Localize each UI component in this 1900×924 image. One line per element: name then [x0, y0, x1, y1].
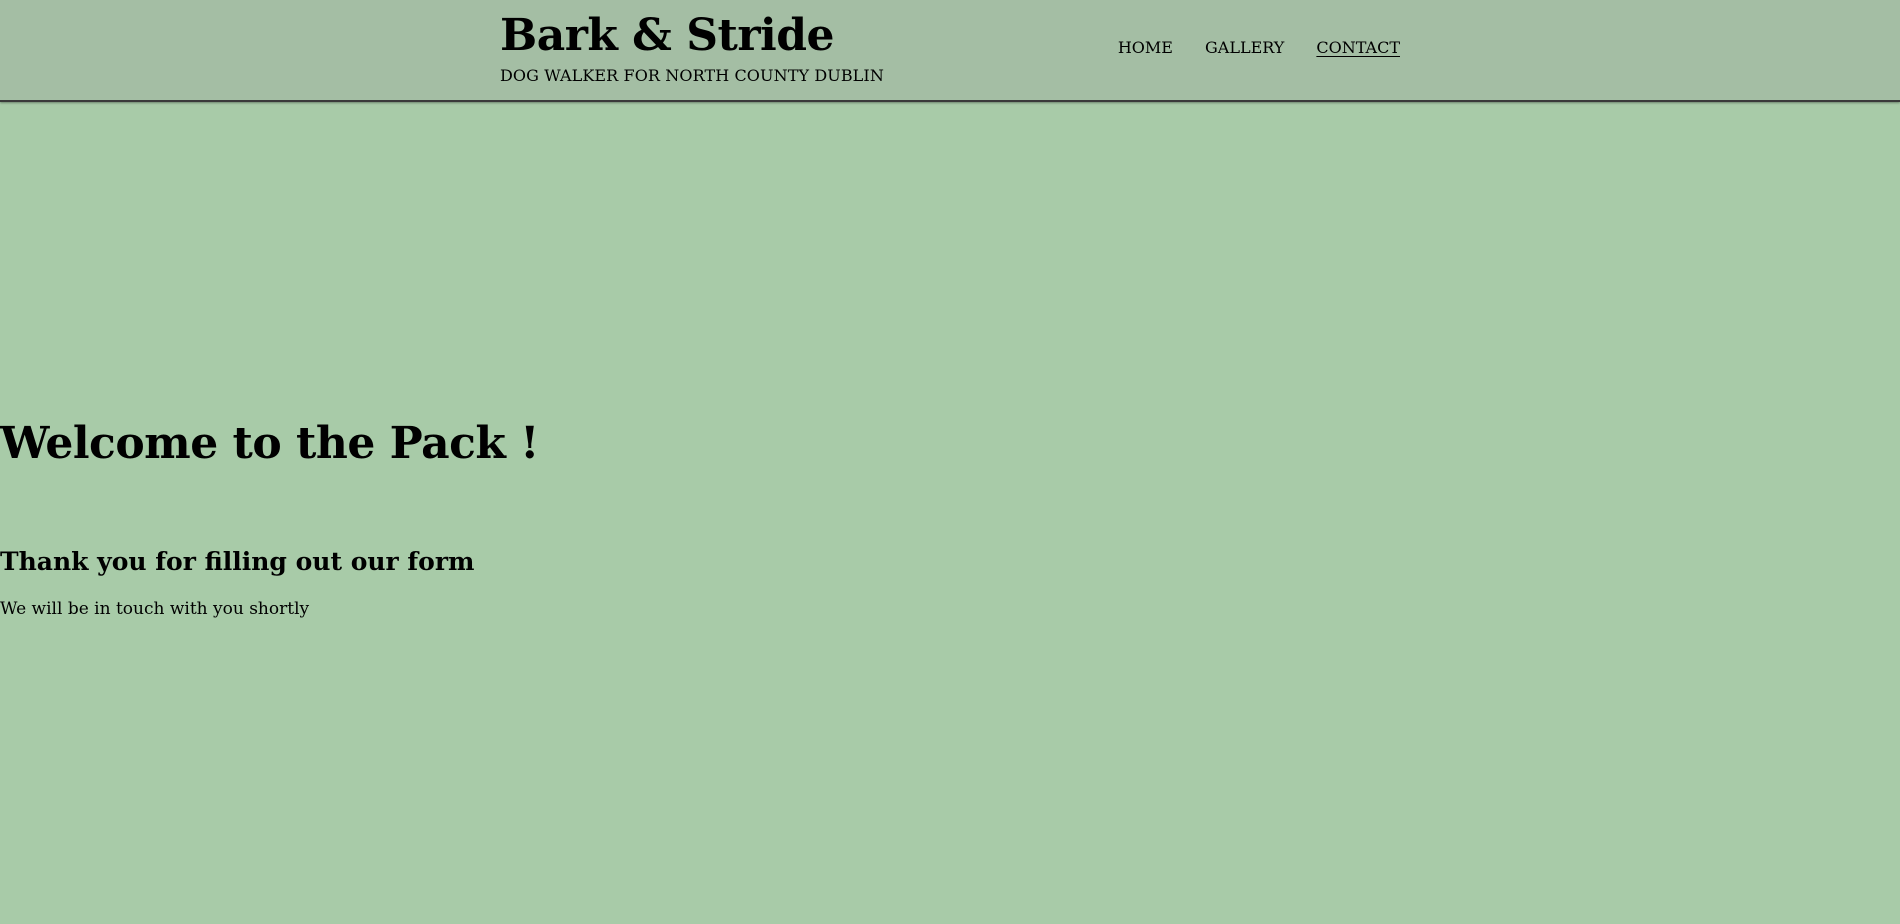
site-header: Bark & Stride DOG WALKER FOR NORTH COUNT… [0, 0, 1900, 102]
nav-link-home[interactable]: HOME [1118, 38, 1173, 57]
brand: Bark & Stride DOG WALKER FOR NORTH COUNT… [500, 10, 884, 86]
site-tagline: DOG WALKER FOR NORTH COUNTY DUBLIN [500, 66, 884, 85]
nav-link-gallery[interactable]: GALLERY [1205, 38, 1284, 57]
site-title[interactable]: Bark & Stride [500, 10, 884, 62]
nav-link-contact[interactable]: CONTACT [1316, 38, 1400, 57]
welcome-heading: Welcome to the Pack ! [0, 418, 539, 469]
confirmation-message: We will be in touch with you shortly [0, 599, 310, 619]
thank-you-heading: Thank you for filling out our form [0, 547, 475, 576]
main-nav: HOME GALLERY CONTACT [1118, 38, 1400, 57]
main-content [0, 102, 1900, 924]
